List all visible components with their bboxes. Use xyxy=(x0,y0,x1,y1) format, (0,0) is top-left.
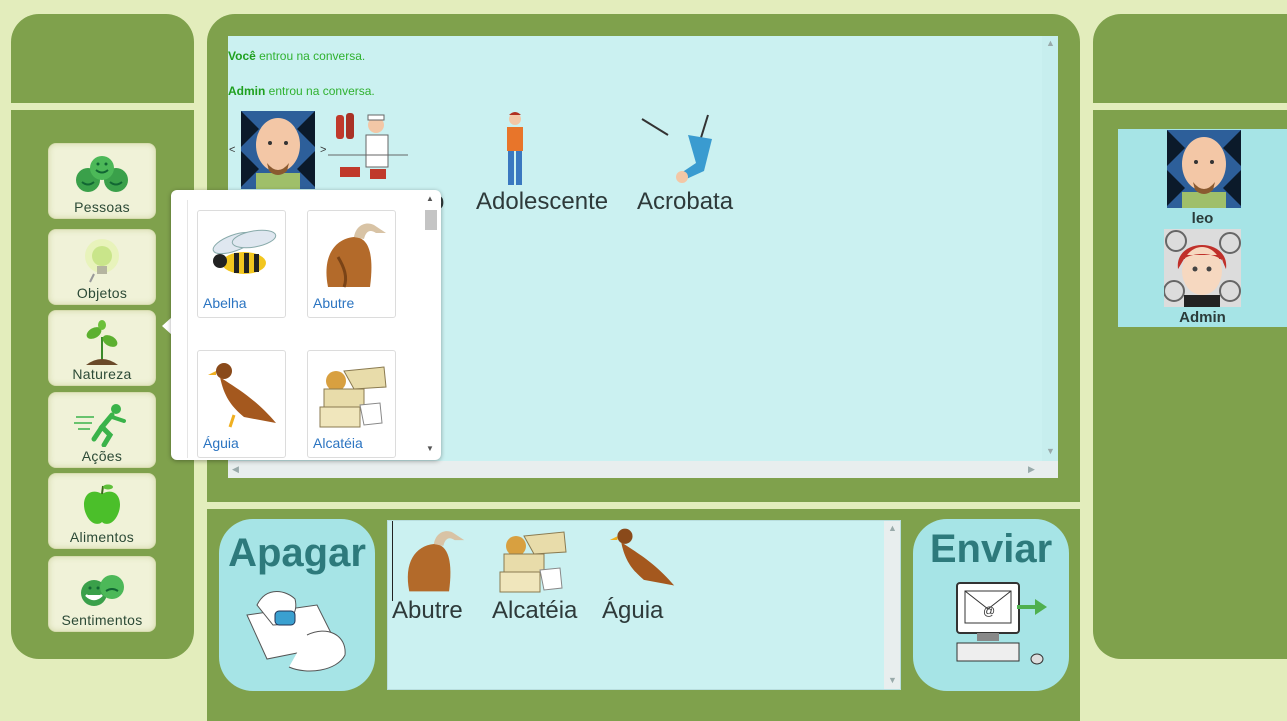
message-user: Admin xyxy=(228,84,266,98)
pictogram-label: Águia xyxy=(203,435,239,451)
category-natureza-button[interactable]: Natureza xyxy=(48,310,156,386)
avatar-leo-image xyxy=(241,111,315,189)
eagle-icon xyxy=(208,363,276,428)
avatar-leo[interactable] xyxy=(1167,130,1241,208)
eraser-hand-icon xyxy=(246,591,346,672)
message-compose-area[interactable]: Abutre Alcatéia Águia ▲ ▼ xyxy=(387,520,901,690)
category-label: Ações xyxy=(81,448,123,464)
category-label: Objetos xyxy=(76,285,128,301)
right-top-panel xyxy=(1093,14,1287,103)
chat-horizontal-scrollbar[interactable]: ◀ ▶ xyxy=(228,461,1042,478)
pictogram-alcateia[interactable]: Alcatéia xyxy=(307,350,396,458)
bee-icon xyxy=(212,229,277,274)
carousel-prev-button[interactable]: < xyxy=(229,144,235,156)
compose-word: Águia xyxy=(602,597,664,624)
scroll-down-arrow[interactable]: ▼ xyxy=(1046,446,1055,456)
apple-icon xyxy=(83,484,121,524)
scroll-right-arrow[interactable]: ▶ xyxy=(1028,464,1035,475)
pictogram-aguia[interactable]: Águia xyxy=(197,350,286,458)
avatar-admin[interactable] xyxy=(1164,229,1241,307)
scroll-up-arrow[interactable]: ▲ xyxy=(426,194,434,203)
pictogram-abelha[interactable]: Abelha xyxy=(197,210,286,318)
category-label: Natureza xyxy=(72,366,132,382)
butcher-pictogram xyxy=(328,113,408,179)
category-alimentos-button[interactable]: Alimentos xyxy=(48,473,156,549)
category-label: Alimentos xyxy=(69,529,135,545)
chat-message: Admin entrou na conversa. xyxy=(228,84,375,98)
clear-button[interactable]: Apagar xyxy=(219,519,375,691)
wolf-pack-icon xyxy=(319,366,387,428)
adolescent-pictogram xyxy=(507,112,523,185)
pictogram-label: Abelha xyxy=(203,295,247,311)
compose-word: Alcatéia xyxy=(492,597,578,624)
lightbulb-icon xyxy=(85,239,119,283)
svg-text:@: @ xyxy=(983,604,995,618)
category-objetos-button[interactable]: Objetos xyxy=(48,229,156,305)
category-acoes-button[interactable]: Ações xyxy=(48,392,156,468)
chat-word: Adolescente xyxy=(476,188,609,215)
send-button[interactable]: Enviar @ xyxy=(913,519,1069,691)
running-figure-icon xyxy=(74,404,126,447)
category-sentimentos-button[interactable]: Sentimentos xyxy=(48,556,156,632)
scroll-down-arrow[interactable]: ▼ xyxy=(426,444,434,453)
clear-button-label: Apagar xyxy=(228,531,366,575)
scroll-down-arrow[interactable]: ▼ xyxy=(888,675,897,685)
user-name: leo xyxy=(1191,210,1214,227)
text-cursor xyxy=(392,521,393,601)
left-top-panel xyxy=(11,14,194,103)
natureza-popup: Abelha Abutre Águia Alcatéia ▲ ▼ xyxy=(171,190,441,460)
wolf-pack-icon xyxy=(499,531,567,593)
scroll-up-arrow[interactable]: ▲ xyxy=(888,523,897,533)
compose-word: Abutre xyxy=(392,597,463,624)
vulture-icon xyxy=(407,531,465,592)
sprout-icon xyxy=(86,320,118,365)
online-users-list: leo Admin xyxy=(1118,129,1287,327)
compose-scrollbar[interactable]: ▲ ▼ xyxy=(884,521,900,689)
chat-vertical-scrollbar[interactable]: ▲ ▼ xyxy=(1042,36,1058,461)
scroll-thumb[interactable] xyxy=(425,210,437,230)
user-name: Admin xyxy=(1179,309,1226,326)
computer-mail-icon: @ xyxy=(956,582,1047,665)
carousel-next-button[interactable]: > xyxy=(320,144,326,156)
vulture-icon xyxy=(326,223,386,288)
send-button-label: Enviar xyxy=(929,527,1053,571)
smiley-faces-icon xyxy=(76,156,128,192)
scroll-up-arrow[interactable]: ▲ xyxy=(1046,38,1055,48)
popup-scrollbar[interactable]: ▲ ▼ xyxy=(423,194,437,456)
message-text: entrou na conversa. xyxy=(265,84,375,98)
eagle-icon xyxy=(609,528,675,586)
category-label: Pessoas xyxy=(74,199,130,215)
pictogram-label: Abutre xyxy=(313,295,355,311)
scroll-left-arrow[interactable]: ◀ xyxy=(232,464,239,475)
emotion-faces-icon xyxy=(81,575,124,606)
chat-message: Você entrou na conversa. xyxy=(228,49,365,63)
acrobat-pictogram xyxy=(641,114,712,183)
message-text: entrou na conversa. xyxy=(255,49,366,63)
pictogram-abutre[interactable]: Abutre xyxy=(307,210,396,318)
category-pessoas-button[interactable]: Pessoas xyxy=(48,143,156,219)
chat-word: Acrobata xyxy=(637,188,734,215)
message-user: Você xyxy=(228,49,256,63)
pictogram-label: Alcatéia xyxy=(313,435,363,451)
category-label: Sentimentos xyxy=(61,612,143,628)
popup-divider xyxy=(187,200,188,458)
scroll-corner xyxy=(1042,461,1058,478)
